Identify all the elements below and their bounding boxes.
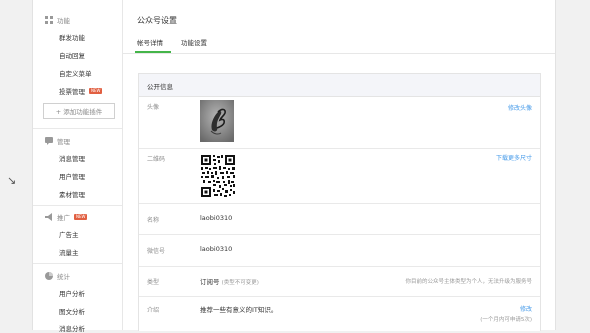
sidebar-section-stats: 统计 [45, 271, 70, 281]
panel-title: 公开信息 [147, 83, 173, 91]
type-hint: 你目前的公众号主体类型为个人，无法升级为服务号 [405, 279, 532, 285]
type-row: 类型 订阅号 (类型不可变更) 你目前的公众号主体类型为个人，无法升级为服务号 [139, 266, 540, 297]
sidebar-section-manage: 管理 [45, 136, 70, 146]
main-content: 公众号设置 帐号详情 功能设置 公开信息 头像 修改头像 二维码 下载更多尺寸 [122, 0, 556, 331]
sidebar-item-messages[interactable]: 消息管理 [59, 153, 85, 163]
sidebar-divider [33, 205, 123, 206]
wechat-id-value: laobi0310 [200, 245, 233, 253]
intro-hint: (一个月内可申请5次) [480, 317, 532, 323]
sidebar-section-label: 功能 [57, 17, 70, 25]
sidebar-item-publisher[interactable]: 流量主 [59, 247, 79, 257]
sidebar-section-label: 管理 [57, 138, 70, 146]
sidebar-item-materials[interactable]: 素材管理 [59, 189, 85, 199]
active-tab-indicator [135, 51, 171, 53]
new-badge: NEW [74, 214, 88, 220]
page-title: 公众号设置 [137, 16, 177, 25]
sidebar-section-label: 推广 [57, 214, 70, 222]
sidebar-item-article-analysis[interactable]: 图文分析 [59, 306, 85, 316]
qrcode-image [200, 154, 236, 198]
name-row: 名称 laobi0310 [139, 203, 540, 235]
row-label: 类型 [147, 279, 160, 286]
panel-header: 公开信息 [139, 74, 540, 97]
grid-icon [45, 16, 53, 24]
edit-intro-link[interactable]: 修改 [520, 304, 532, 313]
sidebar-section-promo: 推广 NEW [45, 212, 88, 222]
sidebar-section-function: 功能 [45, 15, 70, 25]
row-label: 介绍 [147, 307, 160, 314]
row-label: 微信号 [147, 248, 166, 255]
sidebar-divider [33, 128, 123, 129]
tab-function-settings[interactable]: 功能设置 [181, 37, 207, 47]
sidebar-item-custom-menu[interactable]: 自定义菜单 [59, 68, 92, 78]
account-type-value: 订阅号 (类型不可变更) [200, 278, 259, 286]
sidebar-item-vote[interactable]: 投票管理 NEW [59, 86, 103, 96]
sidebar-item-message-analysis[interactable]: 消息分析 [59, 323, 85, 333]
tab-account-details[interactable]: 帐号详情 [137, 37, 163, 47]
chat-icon [45, 137, 53, 145]
new-badge: NEW [89, 88, 103, 94]
change-avatar-link[interactable]: 修改头像 [508, 103, 532, 112]
avatar [200, 100, 234, 142]
sidebar-item-users[interactable]: 用户管理 [59, 171, 85, 181]
download-qrcode-link[interactable]: 下载更多尺寸 [496, 153, 532, 162]
intro-row: 介绍 推荐一些有意义的IT知识。 修改 (一个月内可申请5次) [139, 296, 540, 331]
sidebar-divider [33, 263, 123, 264]
tab-bar: 帐号详情 功能设置 [123, 28, 555, 54]
account-name-value: laobi0310 [200, 214, 233, 222]
row-label: 名称 [147, 217, 160, 224]
public-info-panel: 公开信息 头像 修改头像 二维码 下载更多尺寸 名称 laobi0310 微信号… [138, 73, 541, 331]
mouse-cursor-icon: ↘ [7, 174, 17, 187]
chart-icon [45, 272, 53, 280]
sidebar-item-auto-reply[interactable]: 自动回复 [59, 50, 85, 60]
add-plugin-button[interactable]: + 添加功能插件 [43, 103, 115, 119]
row-label: 头像 [147, 104, 160, 111]
sidebar: 功能 群发功能 自动回复 自定义菜单 投票管理 NEW + 添加功能插件 管理 … [32, 0, 123, 333]
wechat-id-row: 微信号 laobi0310 [139, 234, 540, 267]
sidebar-item-user-analysis[interactable]: 用户分析 [59, 288, 85, 298]
row-label: 二维码 [147, 156, 166, 163]
sidebar-item-broadcast[interactable]: 群发功能 [59, 32, 85, 42]
intro-value: 推荐一些有意义的IT知识。 [200, 306, 278, 314]
sidebar-item-advertiser[interactable]: 广告主 [59, 229, 79, 239]
sidebar-section-label: 统计 [57, 273, 70, 281]
type-note: (类型不可变更) [221, 280, 259, 286]
megaphone-icon [45, 213, 53, 221]
